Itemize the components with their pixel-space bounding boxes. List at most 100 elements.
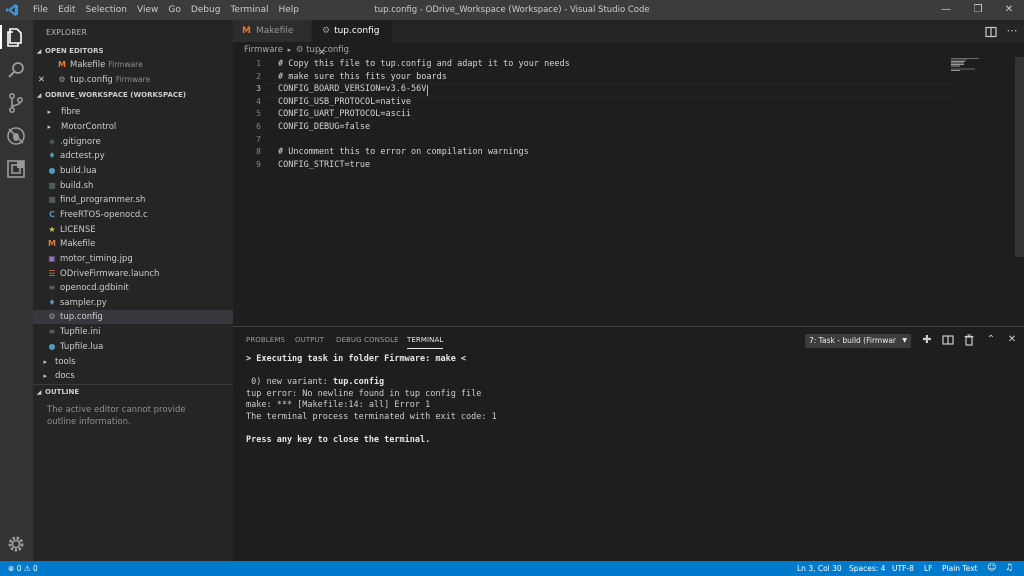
tab-makefile[interactable]: M Makefile bbox=[233, 20, 311, 42]
terminal-line: tup error: No newline found in tup confi… bbox=[246, 389, 482, 399]
tree-file-license[interactable]: ★ LICENSE bbox=[33, 223, 233, 237]
eol-status[interactable]: LF bbox=[924, 561, 933, 576]
tree-file-tupfile-ini[interactable]: ≡ Tupfile.ini bbox=[33, 325, 233, 339]
tree-folder-tools[interactable]: ▸ tools bbox=[33, 355, 233, 369]
open-editor-tup-config[interactable]: ✕ ⚙ tup.config Firmware bbox=[33, 73, 233, 87]
search-icon[interactable] bbox=[4, 58, 28, 82]
code-line: CONFIG_DEBUG=false bbox=[278, 122, 371, 132]
tree-item-label: build.lua bbox=[60, 166, 97, 176]
menu-file[interactable]: File bbox=[28, 0, 53, 20]
tree-item-label: Tupfile.ini bbox=[60, 327, 101, 337]
outline-header[interactable]: ◢ OUTLINE bbox=[33, 384, 233, 399]
breadcrumb-file[interactable]: tup.config bbox=[306, 45, 349, 55]
menu-help[interactable]: Help bbox=[273, 0, 304, 20]
breadcrumb-folder[interactable]: Firmware bbox=[244, 45, 283, 55]
maximize-panel-icon[interactable]: ⌃ bbox=[984, 333, 998, 347]
tree-folder-docs[interactable]: ▸ docs bbox=[33, 369, 233, 383]
terminal-variant: tup.config bbox=[333, 377, 385, 387]
menu-terminal[interactable]: Terminal bbox=[225, 0, 273, 20]
split-terminal-icon[interactable] bbox=[941, 333, 955, 347]
close-editor-icon[interactable]: ✕ bbox=[33, 73, 45, 87]
tree-file-freertos[interactable]: C FreeRTOS-openocd.c bbox=[33, 208, 233, 222]
code-line: # make sure this fits your boards bbox=[278, 72, 447, 82]
close-panel-icon[interactable]: ✕ bbox=[1005, 333, 1019, 347]
tree-folder-fibre[interactable]: ▸ fibre bbox=[33, 105, 233, 119]
tree-item-label: .gitignore bbox=[60, 137, 101, 147]
tree-folder-motorcontrol[interactable]: ▸ MotorControl bbox=[33, 120, 233, 134]
open-editors-header[interactable]: ◢ OPEN EDITORS bbox=[33, 44, 233, 58]
tree-file-openocd-gdbinit[interactable]: ≡ openocd.gdbinit bbox=[33, 281, 233, 295]
menu-debug[interactable]: Debug bbox=[186, 0, 226, 20]
cursor-position[interactable]: Ln 3, Col 30 bbox=[797, 561, 842, 576]
tree-file-motor-timing[interactable]: ▣ motor_timing.jpg bbox=[33, 252, 233, 266]
line-number: 4 bbox=[256, 97, 261, 106]
menu-go[interactable]: Go bbox=[163, 0, 185, 20]
debug-icon[interactable] bbox=[4, 124, 28, 148]
more-actions-icon[interactable]: ⋯ bbox=[1005, 22, 1019, 40]
menu-view[interactable]: View bbox=[132, 0, 163, 20]
text-cursor bbox=[427, 85, 428, 96]
tab-tup-config[interactable]: ⚙ tup.config ✕ bbox=[312, 20, 392, 58]
tree-file-tup-config[interactable]: ⚙ tup.config bbox=[33, 310, 233, 324]
gear-icon: ⚙ bbox=[48, 312, 56, 321]
editor-scrollbar[interactable] bbox=[1015, 57, 1024, 257]
feedback-smiley-icon[interactable]: ☺ bbox=[987, 561, 996, 576]
tab-terminal[interactable]: TERMINAL bbox=[407, 336, 444, 349]
open-editor-name: Makefile bbox=[70, 60, 106, 70]
editor-tab-bar: M Makefile ⚙ tup.config ✕ ⋯ bbox=[233, 20, 1024, 58]
workspace-header[interactable]: ◢ ODRIVE_WORKSPACE (WORKSPACE) bbox=[33, 88, 233, 102]
minimize-button[interactable]: — bbox=[930, 0, 962, 20]
settings-gear-icon[interactable] bbox=[4, 532, 28, 556]
open-editor-desc: Firmware bbox=[115, 75, 151, 84]
tab-debug-console[interactable]: DEBUG CONSOLE bbox=[336, 336, 399, 344]
new-terminal-icon[interactable]: ✚ bbox=[920, 333, 934, 347]
terminal-select[interactable]: 7: Task - build (Firmwar ▼ bbox=[805, 334, 911, 348]
tree-item-label: FreeRTOS-openocd.c bbox=[60, 210, 148, 220]
terminal-line: The terminal process terminated with exi… bbox=[246, 412, 497, 422]
open-editor-makefile[interactable]: M Makefile Firmware bbox=[33, 58, 233, 72]
source-control-icon[interactable] bbox=[4, 91, 28, 115]
menu-selection[interactable]: Selection bbox=[81, 0, 132, 20]
tree-item-label: motor_timing.jpg bbox=[60, 254, 133, 264]
close-window-button[interactable]: ✕ bbox=[993, 0, 1024, 20]
tree-item-label: ODriveFirmware.launch bbox=[60, 269, 160, 279]
tree-file-gitignore[interactable]: ◆ .gitignore bbox=[33, 135, 233, 149]
tab-output[interactable]: OUTPUT bbox=[295, 336, 324, 344]
tree-file-odrive-launch[interactable]: ☰ ODriveFirmware.launch bbox=[33, 267, 233, 281]
problems-status[interactable]: ⊗ 0 ⚠ 0 bbox=[8, 561, 38, 576]
xml-icon: ☰ bbox=[48, 269, 56, 278]
indentation-status[interactable]: Spaces: 4 bbox=[849, 561, 885, 576]
extensions-icon[interactable] bbox=[4, 157, 28, 181]
split-editor-icon[interactable] bbox=[984, 24, 998, 38]
minimap[interactable] bbox=[951, 58, 991, 72]
tree-file-adctest[interactable]: ♦ adctest.py bbox=[33, 149, 233, 163]
tree-item-label: LICENSE bbox=[60, 225, 96, 235]
tree-file-makefile[interactable]: M Makefile bbox=[33, 237, 233, 251]
terminal-select-value: 7: Task - build (Firmwar bbox=[809, 336, 897, 345]
trash-icon[interactable] bbox=[962, 333, 976, 347]
tab-problems[interactable]: PROBLEMS bbox=[246, 336, 285, 344]
notifications-bell-icon[interactable]: ♫ bbox=[1005, 561, 1013, 576]
open-editor-desc: Firmware bbox=[108, 60, 143, 69]
tree-item-label: tup.config bbox=[60, 312, 103, 322]
explorer-icon[interactable] bbox=[4, 25, 28, 49]
chevron-right-icon: ▸ bbox=[287, 46, 292, 54]
code-editor[interactable]: 1 # Copy this file to tup.config and ada… bbox=[233, 57, 1024, 325]
chevron-down-icon: ▼ bbox=[902, 337, 907, 344]
language-mode[interactable]: Plain Text bbox=[942, 561, 978, 576]
tab-label: Makefile bbox=[255, 26, 294, 36]
sidebar-title: EXPLORER bbox=[46, 28, 87, 37]
code-line: CONFIG_USB_PROTOCOL=native bbox=[278, 97, 412, 107]
tree-file-find-programmer[interactable]: ■ find_programmer.sh bbox=[33, 193, 233, 207]
restore-button[interactable]: ❐ bbox=[962, 0, 994, 20]
image-icon: ▣ bbox=[48, 254, 56, 263]
tree-file-sampler[interactable]: ♦ sampler.py bbox=[33, 296, 233, 310]
tree-file-build-sh[interactable]: ■ build.sh bbox=[33, 179, 233, 193]
line-number: 5 bbox=[256, 109, 261, 118]
gear-icon: ⚙ bbox=[322, 26, 331, 36]
encoding-status[interactable]: UTF-8 bbox=[892, 561, 914, 576]
menu-edit[interactable]: Edit bbox=[53, 0, 80, 20]
tree-file-tupfile-lua[interactable]: ● Tupfile.lua bbox=[33, 340, 233, 354]
tree-file-build-lua[interactable]: ● build.lua bbox=[33, 164, 233, 178]
file-icon: ≡ bbox=[48, 327, 56, 336]
